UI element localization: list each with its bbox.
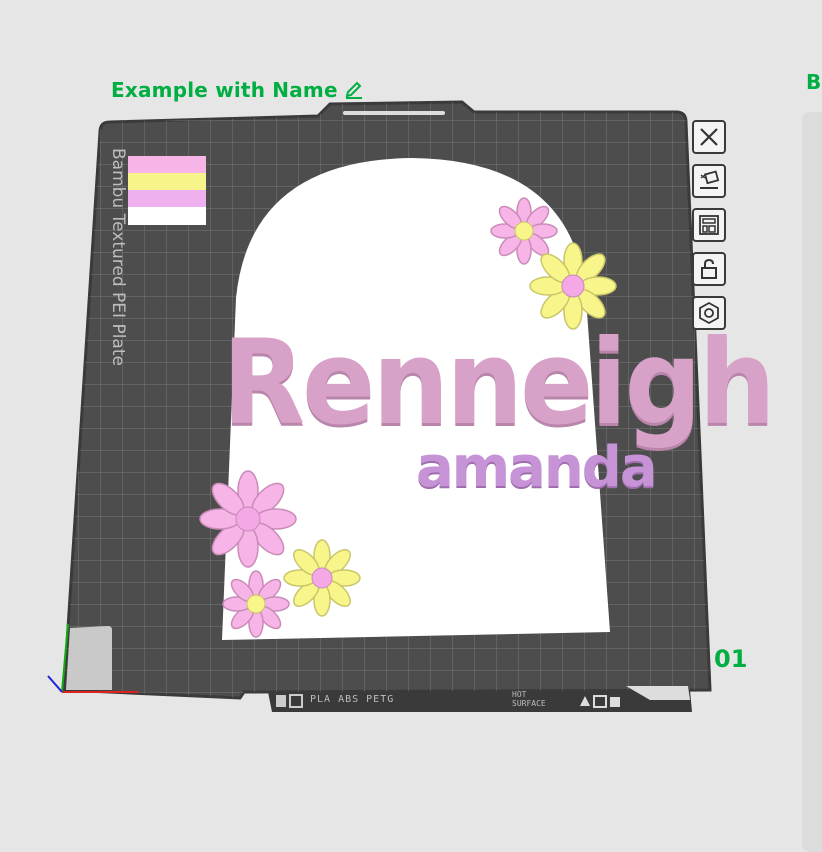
filament-compat-text: PLA ABS PETG: [310, 694, 395, 705]
bed-type-label: Bambu Textured PEI Plate: [108, 148, 128, 366]
auto-orient-icon: [700, 170, 720, 189]
flower-bottom-pink-large[interactable]: [199, 470, 297, 568]
hex-nut-icon: [699, 301, 719, 325]
lock-button[interactable]: [692, 252, 726, 286]
auto-orient-button[interactable]: [692, 164, 726, 198]
close-icon: [700, 128, 718, 146]
model-name-text[interactable]: Renneigh: [222, 325, 776, 443]
plate-toolbar: [692, 120, 730, 330]
arrange-icon: [699, 215, 719, 235]
plate-number: 01: [714, 645, 748, 673]
flower-bottom-pink-small[interactable]: [222, 570, 290, 638]
filament-swatch: [128, 156, 206, 225]
close-button[interactable]: [692, 120, 726, 154]
lock-icon: [701, 258, 717, 279]
hot-surface-warning: HOT SURFACE: [512, 690, 546, 708]
plate-settings-button[interactable]: [692, 296, 726, 330]
flower-bottom-yellow[interactable]: [283, 539, 361, 617]
model-subtitle-text[interactable]: amanda: [416, 438, 658, 498]
arrange-button[interactable]: [692, 208, 726, 242]
